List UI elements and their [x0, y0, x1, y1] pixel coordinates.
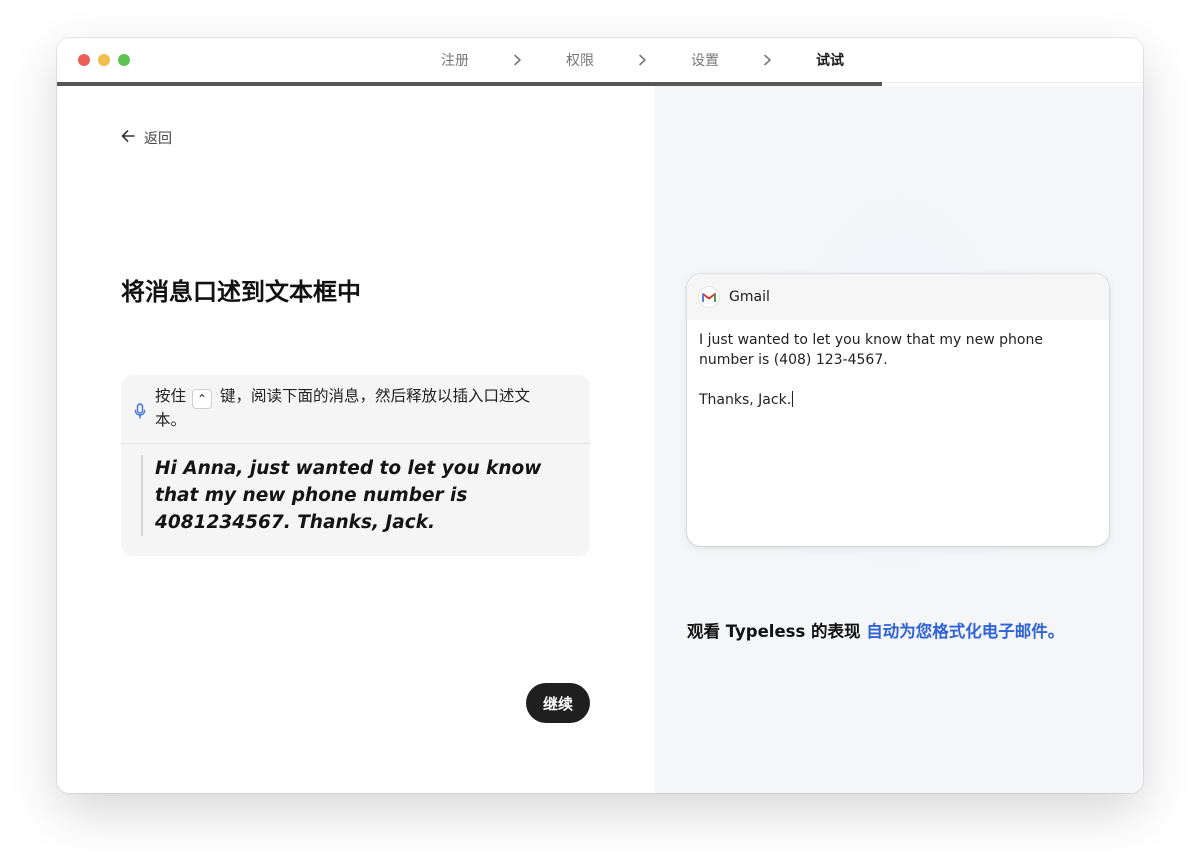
onboarding-steps: 注册 权限 设置 试试	[441, 38, 844, 82]
email-line: I just wanted to let you know that my ne…	[699, 332, 1043, 368]
gmail-icon	[699, 287, 719, 307]
microphone-icon	[134, 403, 146, 425]
message-to-read: Hi Anna, just wanted to let you know tha…	[141, 455, 575, 536]
step-try-it: 试试	[816, 53, 844, 69]
instruction-panel: 返回 将消息口述到文本框中 按住 ⌃ 键，阅读下面的消息，然后释放以插入口述文本。 …	[57, 86, 655, 793]
email-body[interactable]: I just wanted to let you know that my ne…	[687, 320, 1109, 420]
instruction-before-key: 按住	[155, 387, 187, 405]
caption-highlight: 自动为您格式化电子邮件。	[866, 622, 1065, 641]
preview-caption: 观看 Typeless 的表现 自动为您格式化电子邮件。	[687, 618, 1064, 642]
step-register: 注册	[441, 53, 469, 69]
back-label: 返回	[144, 131, 172, 147]
email-line: Thanks, Jack.	[699, 392, 792, 408]
email-line-with-cursor: Thanks, Jack.	[699, 390, 1097, 410]
page-title: 将消息口述到文本框中	[121, 278, 361, 306]
continue-button[interactable]: 继续	[526, 683, 590, 723]
preview-panel: Gmail I just wanted to let you know that…	[655, 86, 1143, 793]
card-divider	[121, 443, 590, 444]
step-permissions: 权限	[566, 53, 594, 69]
dictation-card: 按住 ⌃ 键，阅读下面的消息，然后释放以插入口述文本。 Hi Anna, just …	[121, 375, 590, 556]
chevron-right-icon	[719, 54, 816, 66]
dictation-instruction: 按住 ⌃ 键，阅读下面的消息，然后释放以插入口述文本。	[134, 385, 560, 431]
title-bar: 注册 权限 设置 试试	[57, 38, 1143, 83]
minimize-window-button[interactable]	[98, 54, 110, 66]
gmail-header: Gmail	[687, 274, 1109, 320]
text-cursor	[792, 391, 794, 407]
zoom-window-button[interactable]	[118, 54, 130, 66]
gmail-app-name: Gmail	[729, 289, 770, 305]
back-button[interactable]: 返回	[120, 128, 172, 148]
caption-prefix: 观看 Typeless 的表现	[687, 622, 867, 641]
step-settings: 设置	[691, 53, 719, 69]
chevron-right-icon	[469, 54, 566, 66]
back-arrow-icon	[120, 128, 136, 148]
control-key-badge: ⌃	[192, 389, 213, 409]
app-window: 注册 权限 设置 试试 返回 将消息口述到文本框中 按住 ⌃ 键，阅读下面的消息…	[57, 38, 1143, 793]
gmail-compose-preview: Gmail I just wanted to let you know that…	[687, 274, 1109, 546]
chevron-right-icon	[594, 54, 691, 66]
close-window-button[interactable]	[78, 54, 90, 66]
